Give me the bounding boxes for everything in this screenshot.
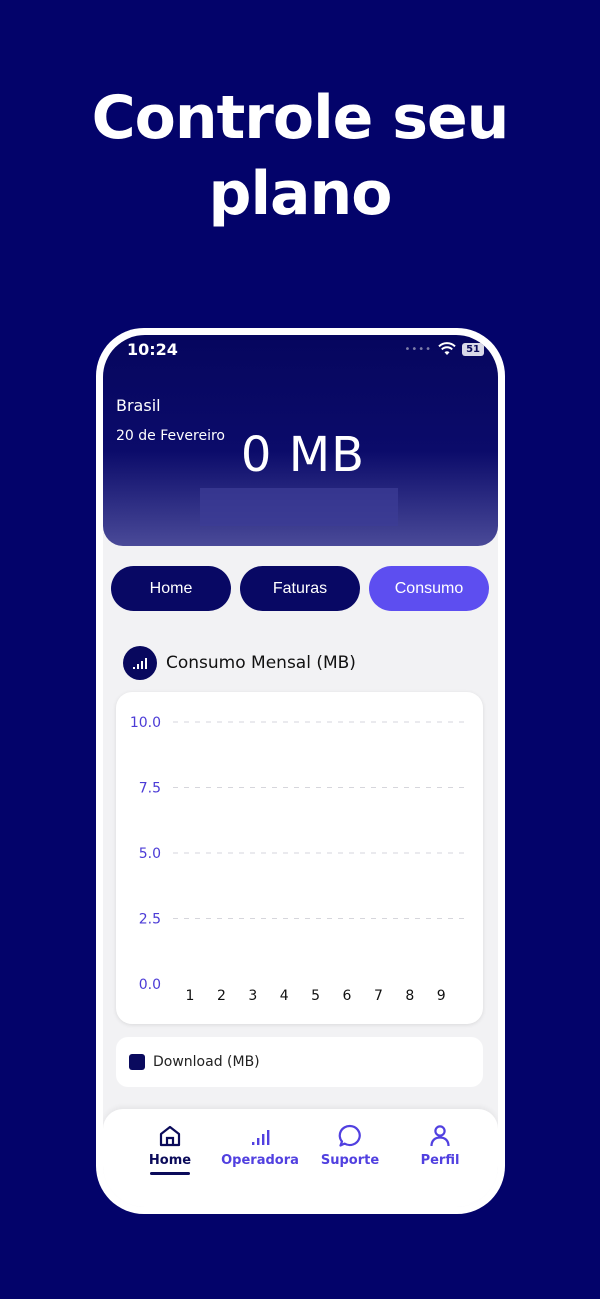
nav-active-indicator: [150, 1172, 190, 1175]
signal-bars-icon: [252, 1130, 270, 1145]
x-tick-label: 8: [405, 988, 414, 1004]
y-tick-label: 5.0: [139, 846, 161, 862]
x-tick-label: 6: [343, 988, 352, 1004]
x-tick-label: 4: [280, 988, 289, 1004]
x-tick-label: 5: [311, 988, 320, 1004]
promo-headline-line1: Controle seu: [91, 83, 510, 153]
x-tick-label: 3: [248, 988, 257, 1004]
y-tick-label: 0.0: [139, 977, 161, 993]
signal-bars-icon: [123, 646, 157, 680]
chart-svg: 10.0 7.5 5.0 2.5 0.0 1 2 3 4 5 6 7 8 9: [130, 715, 466, 1004]
usage-value: 0 MB: [240, 427, 366, 483]
nav-home-label: Home: [148, 1153, 192, 1168]
x-tick-label: 1: [186, 988, 195, 1004]
phone-frame: 10:24 •••• 51 Brasil 20 de Fevereiro 0 M…: [96, 328, 505, 1214]
consumption-chart: 10.0 7.5 5.0 2.5 0.0 1 2 3 4 5 6 7 8 9: [116, 692, 483, 1024]
nav-suporte-label: Suporte: [320, 1153, 380, 1168]
nav-perfil[interactable]: Perfil: [395, 1123, 485, 1168]
home-icon: [159, 1125, 181, 1147]
promo-headline-line2: plano: [208, 159, 393, 229]
x-tick-label: 9: [437, 988, 446, 1004]
tab-home[interactable]: Home: [111, 566, 231, 611]
usage-bar: [200, 488, 398, 526]
hero-header: 10:24 •••• 51 Brasil 20 de Fevereiro 0 M…: [103, 335, 498, 546]
x-tick-label: 7: [374, 988, 383, 1004]
chart-legend: Download (MB): [116, 1037, 483, 1087]
tab-consumo[interactable]: Consumo: [369, 566, 489, 611]
wifi-icon: [438, 342, 456, 355]
legend-swatch: [129, 1054, 145, 1070]
chat-bubble-icon: [338, 1124, 361, 1147]
y-tick-label: 10.0: [130, 715, 161, 731]
legend-label: Download (MB): [153, 1054, 260, 1070]
nav-operadora-label: Operadora: [221, 1153, 299, 1168]
nav-home[interactable]: Home: [125, 1123, 215, 1175]
x-tick-label: 2: [217, 988, 226, 1004]
country-label: Brasil: [116, 396, 161, 415]
app-screen: 10:24 •••• 51 Brasil 20 de Fevereiro 0 M…: [103, 335, 498, 1207]
section-title: Consumo Mensal (MB): [166, 653, 356, 673]
nav-operadora[interactable]: Operadora: [215, 1123, 305, 1168]
promo-headline: Controle seu plano: [0, 80, 600, 232]
bottom-navigation: Home Operadora Suporte Perfil: [103, 1109, 498, 1207]
tab-faturas[interactable]: Faturas: [240, 566, 360, 611]
status-indicators: •••• 51: [404, 342, 484, 356]
battery-icon: 51: [462, 342, 484, 356]
date-label: 20 de Fevereiro: [116, 428, 225, 444]
section-header: Consumo Mensal (MB): [123, 646, 356, 680]
y-tick-label: 2.5: [139, 912, 161, 928]
cellular-dots-icon: ••••: [404, 343, 433, 355]
tab-bar: Home Faturas Consumo: [111, 566, 489, 611]
person-icon: [430, 1125, 450, 1147]
status-time: 10:24: [127, 340, 178, 359]
y-tick-label: 7.5: [139, 781, 161, 797]
nav-suporte[interactable]: Suporte: [305, 1123, 395, 1168]
nav-perfil-label: Perfil: [420, 1153, 460, 1168]
